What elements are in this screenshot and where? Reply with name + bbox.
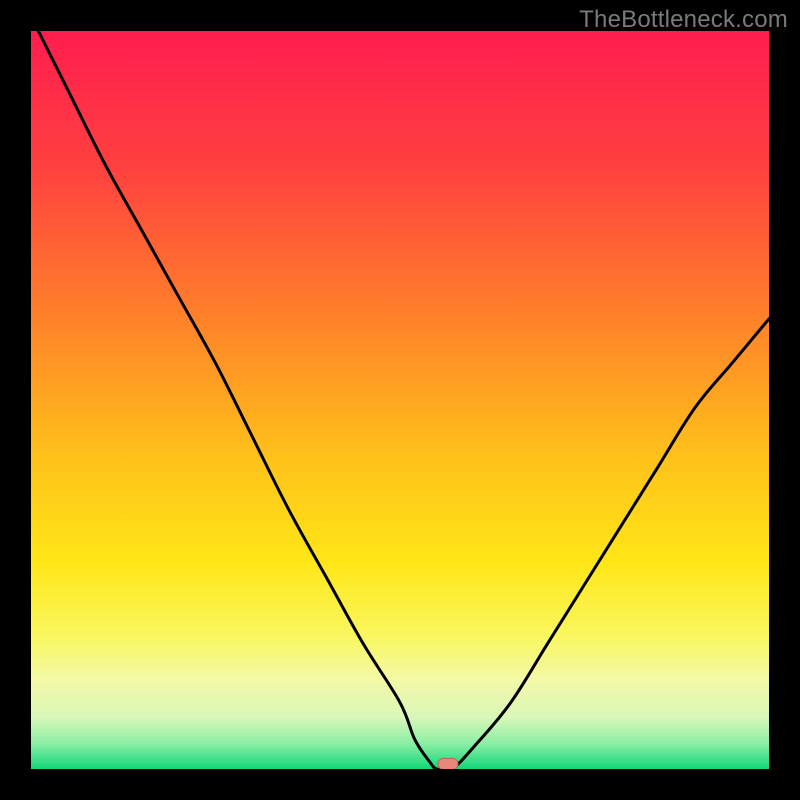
plot-area — [31, 31, 769, 769]
watermark-text: TheBottleneck.com — [579, 6, 788, 34]
optimal-point-marker — [438, 758, 458, 769]
chart-svg — [31, 31, 769, 769]
chart-frame: TheBottleneck.com — [0, 0, 800, 800]
gradient-background — [31, 31, 769, 769]
